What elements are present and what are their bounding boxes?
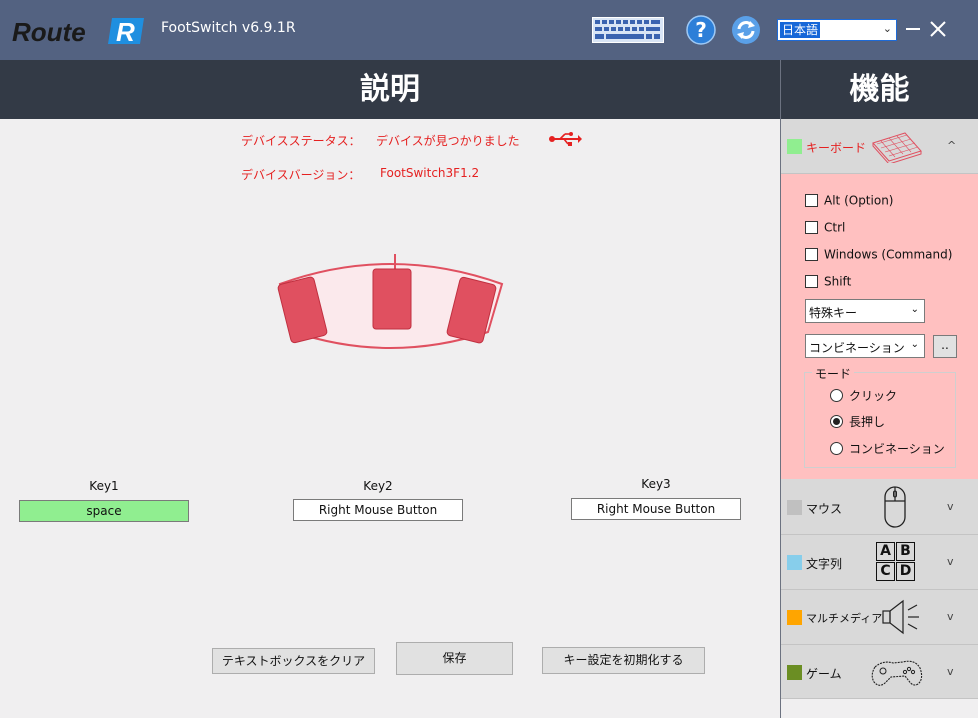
keyboard-settings-icon[interactable] [592, 17, 664, 43]
radio-circle-selected[interactable] [830, 415, 843, 428]
footswitch-pedal-image [277, 254, 504, 349]
abcd-icon-letter: C [876, 562, 895, 581]
sidebar-text-label: 文字列 [806, 557, 843, 571]
radio-click-label: クリック [849, 389, 898, 403]
checkbox-windows-label: Windows (Command) [824, 247, 953, 262]
text-color-swatch [787, 555, 802, 570]
gamepad-icon [871, 660, 923, 686]
radio-circle[interactable] [830, 389, 843, 402]
checkbox-shift[interactable]: Shift [805, 274, 851, 290]
checkbox-windows[interactable]: Windows (Command) [805, 247, 952, 263]
abcd-icon: A B C D [876, 542, 916, 582]
sidebar-section-mouse[interactable]: マウス v [781, 479, 978, 535]
sidebar-multimedia-label: マルチメディア [806, 612, 883, 625]
key2-label: Key2 [363, 479, 393, 493]
game-color-swatch [787, 665, 802, 680]
combination-value: コンビネーション [809, 341, 905, 355]
sidebar-section-multimedia[interactable]: マルチメディア v [781, 590, 978, 645]
checkbox-box[interactable] [805, 275, 818, 288]
language-select[interactable]: 日本語 ⌄ [777, 19, 897, 41]
help-icon[interactable]: ? [686, 15, 716, 45]
svg-text:?: ? [695, 18, 707, 42]
combination-select[interactable]: コンビネーション ⌄ [805, 334, 925, 358]
sidebar-empty-area [781, 699, 978, 718]
checkbox-box[interactable] [805, 221, 818, 234]
abcd-icon-letter: D [896, 562, 915, 581]
checkbox-ctrl[interactable]: Ctrl [805, 220, 845, 236]
minimize-button[interactable] [906, 22, 920, 36]
radio-combination-label: コンビネーション [849, 442, 945, 456]
sidebar-section-keyboard[interactable]: キーボード ^ [781, 119, 978, 174]
abcd-icon-letter: A [876, 542, 895, 561]
functions-header: 機能 [781, 60, 978, 119]
abcd-icon-letter: B [896, 542, 915, 561]
text-chevron-icon: v [947, 555, 954, 568]
sidebar-game-label: ゲーム [806, 667, 842, 681]
checkbox-alt-label: Alt (Option) [824, 193, 894, 208]
sidebar-section-game[interactable]: ゲーム v [781, 645, 978, 699]
close-button[interactable] [930, 21, 946, 37]
checkbox-ctrl-label: Ctrl [824, 220, 846, 235]
keyboard-chevron-icon: ^ [947, 139, 957, 152]
sidebar-section-text[interactable]: 文字列 A B C D v [781, 535, 978, 590]
more-options-button[interactable]: .. [933, 335, 957, 358]
radio-long-press[interactable]: 長押し [830, 413, 885, 429]
chevron-down-icon: ⌄ [910, 339, 919, 350]
description-panel [0, 119, 780, 718]
radio-long-press-label: 長押し [849, 415, 886, 429]
keyboard-color-swatch [787, 139, 802, 154]
key1-input[interactable]: space [19, 500, 189, 522]
svg-text:R: R [116, 17, 135, 46]
device-status-label: デバイスステータス： [241, 134, 361, 148]
checkbox-box[interactable] [805, 248, 818, 261]
functions-title: 機能 [849, 72, 910, 107]
refresh-icon[interactable] [731, 15, 761, 45]
key3-input[interactable]: Right Mouse Button [571, 498, 741, 520]
radio-circle[interactable] [830, 442, 843, 455]
key3-label: Key3 [641, 477, 671, 491]
device-status-value: デバイスが見つかりました [376, 134, 520, 148]
chevron-down-icon: ⌄ [910, 304, 919, 315]
special-key-value: 特殊キー [809, 306, 858, 320]
route-r-logo: Route R [12, 17, 144, 46]
clear-textbox-button[interactable]: テキストボックスをクリア [212, 648, 375, 674]
chevron-down-icon: ⌄ [882, 22, 892, 35]
save-button[interactable]: 保存 [396, 642, 513, 675]
game-chevron-icon: v [947, 665, 954, 678]
description-title: 説明 [360, 72, 420, 107]
svg-text:Route: Route [12, 17, 86, 46]
reset-key-settings-button[interactable]: キー設定を初期化する [542, 647, 705, 674]
checkbox-box[interactable] [805, 194, 818, 207]
language-value: 日本語 [780, 22, 821, 38]
multimedia-color-swatch [787, 610, 802, 625]
app-title: FootSwitch v6.9.1R [161, 20, 296, 36]
usb-icon [549, 132, 582, 146]
speaker-icon [882, 599, 919, 635]
special-key-select[interactable]: 特殊キー ⌄ [805, 299, 925, 323]
checkbox-alt[interactable]: Alt (Option) [805, 193, 893, 209]
device-version-value: FootSwitch3F1.2 [380, 166, 480, 180]
sidebar-mouse-label: マウス [806, 502, 843, 516]
key1-label: Key1 [89, 479, 119, 493]
mouse-chevron-icon: v [947, 500, 954, 513]
device-version-label: デバイスバージョン： [241, 168, 361, 182]
mouse-color-swatch [787, 500, 802, 515]
radio-combination[interactable]: コンビネーション [830, 440, 945, 456]
key2-input[interactable]: Right Mouse Button [293, 499, 463, 521]
keyboard-icon [872, 132, 922, 163]
mode-label: モード [812, 365, 855, 382]
multimedia-chevron-icon: v [947, 610, 954, 623]
checkbox-shift-label: Shift [824, 274, 852, 289]
description-header: 説明 [0, 60, 780, 119]
sidebar-keyboard-label: キーボード [806, 141, 867, 155]
mouse-icon [884, 486, 906, 528]
keyboard-settings-panel: Alt (Option) Ctrl Windows (Command) Shif… [781, 174, 978, 479]
radio-click[interactable]: クリック [830, 387, 897, 403]
